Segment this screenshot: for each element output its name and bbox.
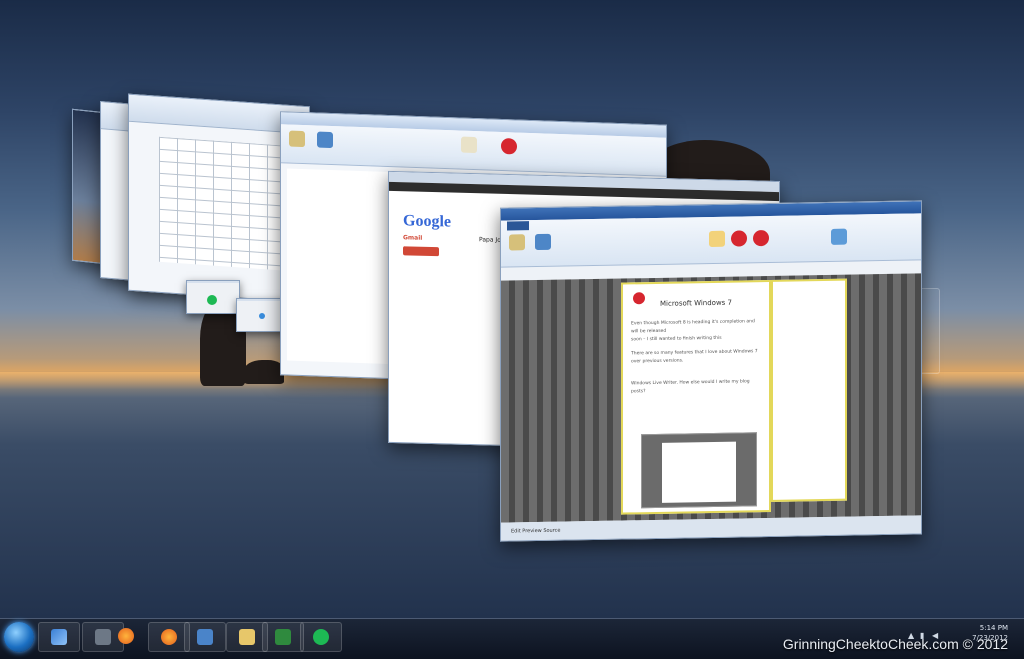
post-page: Microsoft Windows 7 Even though Microsof… — [621, 279, 771, 515]
firefox-icon — [118, 628, 134, 644]
google-logo: Google — [403, 212, 451, 231]
paste-icon[interactable] — [289, 130, 305, 148]
spotify-icon — [313, 629, 329, 645]
desktop: Google Gmail Papa John's 50% OFF Today O… — [0, 0, 1024, 618]
excel-icon — [275, 629, 291, 645]
taskbar-windows-explorer[interactable] — [38, 622, 80, 652]
ribbon — [501, 213, 921, 268]
post-line: There are so many features that I love a… — [631, 349, 758, 365]
paragraph-style-icon[interactable] — [709, 230, 725, 248]
heading1-icon[interactable] — [731, 230, 747, 247]
taskbar-excel[interactable] — [262, 622, 304, 652]
spotify-icon — [207, 295, 217, 305]
heading2-icon[interactable] — [753, 229, 769, 247]
spreadsheet-grid — [159, 136, 299, 272]
gmail-label[interactable]: Gmail — [403, 234, 422, 242]
post-body: Even though Microsoft 8 is heading it's … — [631, 318, 761, 396]
post-line: Windows Live Writer. How else would I wr… — [631, 379, 750, 395]
watermark: GrinningCheektoCheek.com © 2012 — [782, 636, 1008, 652]
compose-button[interactable] — [403, 246, 439, 257]
windows-explorer-icon — [51, 629, 67, 645]
live-writer-post-window[interactable]: Microsoft Windows 7 Even though Microsof… — [500, 200, 922, 542]
publish-icon[interactable] — [317, 131, 333, 149]
post-editor[interactable]: Microsoft Windows 7 Even though Microsof… — [501, 273, 921, 523]
post-page-side — [771, 278, 847, 502]
app-icon — [259, 313, 265, 319]
sea-stack-rock-small — [244, 360, 284, 384]
blog-screenshot — [641, 432, 757, 509]
folder-icon — [239, 629, 255, 645]
style-icon[interactable] — [461, 136, 477, 154]
publish-icon[interactable] — [535, 233, 551, 251]
mini-window-title — [187, 281, 239, 283]
start-button[interactable] — [4, 622, 34, 652]
paint-icon — [197, 629, 213, 645]
heading-icon[interactable] — [501, 137, 517, 155]
contact-list — [397, 272, 467, 434]
file-menu-tab[interactable] — [507, 221, 529, 231]
taskbar-firefox[interactable] — [106, 622, 146, 650]
paste-icon[interactable] — [509, 234, 525, 251]
taskbar-paint[interactable] — [184, 622, 226, 652]
insert-picture-icon[interactable] — [831, 228, 847, 245]
clock-time: 5:14 PM — [979, 624, 1008, 632]
spotify-mini-window[interactable] — [186, 280, 240, 314]
firefox-icon — [161, 629, 177, 645]
post-line: soon – I still wanted to finish writing … — [631, 335, 722, 343]
taskbar-spotify[interactable] — [300, 622, 342, 652]
post-title: Microsoft Windows 7 — [659, 298, 732, 308]
